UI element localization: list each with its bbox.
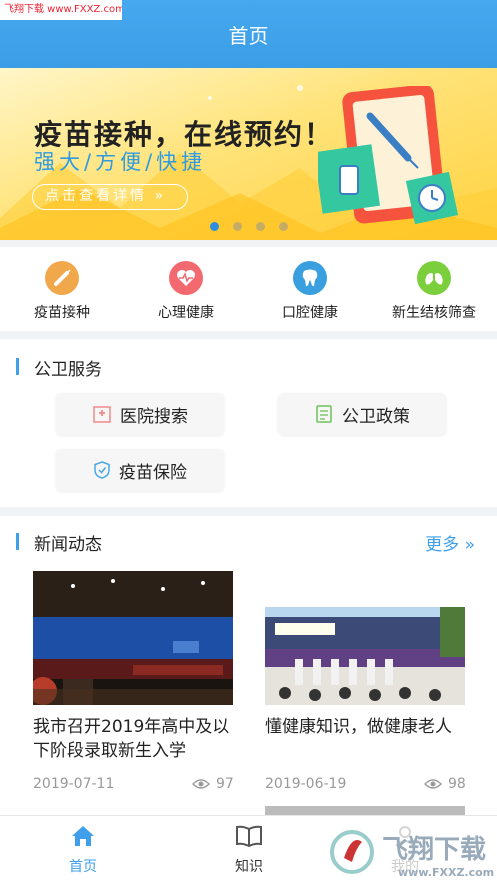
- tab-home[interactable]: 首页: [43, 824, 123, 876]
- public-health-policy-label: 公卫政策: [342, 406, 410, 427]
- banner-detail-button[interactable]: 点击查看详情 »: [32, 184, 188, 210]
- eye-icon: [192, 779, 210, 789]
- watermark-logo: 飞翔下载 www.FXXZ.com: [330, 820, 497, 883]
- quick-entry-oral-health[interactable]: 口腔健康: [248, 261, 372, 322]
- quick-entry-mental-health[interactable]: 心理健康: [124, 261, 248, 322]
- quick-entry-bar: 疫苗接种 心理健康 口腔健康 新生结核筛查: [0, 247, 497, 331]
- tab-label: 知识: [235, 859, 263, 875]
- quick-entry-label: 新生结核筛查: [392, 305, 476, 321]
- news-date: 2019-07-11: [33, 776, 115, 792]
- quick-entry-label: 心理健康: [158, 305, 214, 321]
- news-views-value: 98: [448, 776, 466, 792]
- section-accent-bar: [16, 533, 19, 550]
- eye-icon: [424, 779, 442, 789]
- vaccine-phone-illustration: [318, 86, 459, 225]
- promo-banner[interactable]: 疫苗接种，在线预约！ 强大/方便/快捷 点击查看详情 »: [0, 68, 497, 240]
- quick-entry-label: 口腔健康: [282, 305, 338, 321]
- news-view-count: 98: [424, 776, 466, 792]
- pager-dot-3[interactable]: [255, 222, 265, 231]
- vaccine-insurance-button[interactable]: 疫苗保险: [56, 449, 224, 491]
- syringe-icon: [45, 261, 79, 295]
- quick-entry-label: 疫苗接种: [34, 305, 90, 321]
- vaccine-insurance-label: 疫苗保险: [119, 462, 187, 483]
- quick-entry-tb-screening[interactable]: 新生结核筛查: [372, 261, 496, 322]
- heartbeat-icon: [169, 261, 203, 295]
- section-title: 公卫服务: [34, 360, 102, 380]
- banner-detail-label: 点击查看详情: [45, 188, 147, 204]
- news-title: 我市召开2019年高中及以下阶段录取新生入学: [33, 717, 230, 761]
- news-more-link[interactable]: 更多 »: [425, 530, 475, 555]
- news-card[interactable]: 懂健康知识，做健康老人: [265, 607, 465, 739]
- quick-entry-vaccination[interactable]: 疫苗接种: [0, 261, 124, 322]
- hospital-search-label: 医院搜索: [120, 406, 188, 427]
- lungs-icon: [417, 261, 451, 295]
- svg-text:www.FXXZ.com: www.FXXZ.com: [398, 866, 494, 879]
- news-card[interactable]: 我市召开2019年高中及以下阶段录取新生入学: [33, 571, 233, 763]
- pager-dot-4[interactable]: [278, 222, 288, 231]
- tab-knowledge[interactable]: 知识: [209, 824, 289, 876]
- section-title: 新闻动态: [34, 535, 102, 555]
- pager-dot-2[interactable]: [232, 222, 242, 231]
- tab-label: 首页: [69, 859, 97, 875]
- news-views-value: 97: [216, 776, 234, 792]
- pager-dot-1[interactable]: [209, 222, 219, 231]
- hospital-icon: [93, 406, 111, 423]
- double-chevron-icon: »: [154, 188, 167, 204]
- news-view-count: 97: [192, 776, 234, 792]
- news-more-label: 更多: [425, 535, 460, 555]
- book-icon: [236, 825, 262, 848]
- svg-text:飞翔下载: 飞翔下载: [382, 835, 486, 865]
- watermark-top: 飞翔下载 www.FXXZ.com: [0, 0, 122, 20]
- banner-pager[interactable]: [0, 216, 497, 235]
- shield-icon: [94, 461, 110, 479]
- tooth-icon: [293, 261, 327, 295]
- news-date: 2019-06-19: [265, 776, 347, 792]
- news-title: 懂健康知识，做健康老人: [265, 717, 452, 737]
- news-thumbnail: [33, 571, 233, 705]
- double-chevron-right-icon: »: [464, 535, 475, 555]
- document-icon: [316, 405, 332, 423]
- home-icon: [72, 826, 94, 846]
- news-section: 新闻动态 更多 » 我市召开2019年高中及以下阶段录取新生入学 2019-07…: [0, 516, 497, 816]
- banner-subtitle: 强大/方便/快捷: [34, 150, 207, 174]
- section-accent-bar: [16, 358, 19, 375]
- public-health-policy-button[interactable]: 公卫政策: [278, 393, 446, 435]
- hospital-search-button[interactable]: 医院搜索: [56, 393, 224, 435]
- page-title: 首页: [228, 24, 269, 48]
- public-service-section: 公卫服务 医院搜索 公卫政策 疫苗保险: [0, 339, 497, 507]
- news-thumbnail: [265, 607, 465, 705]
